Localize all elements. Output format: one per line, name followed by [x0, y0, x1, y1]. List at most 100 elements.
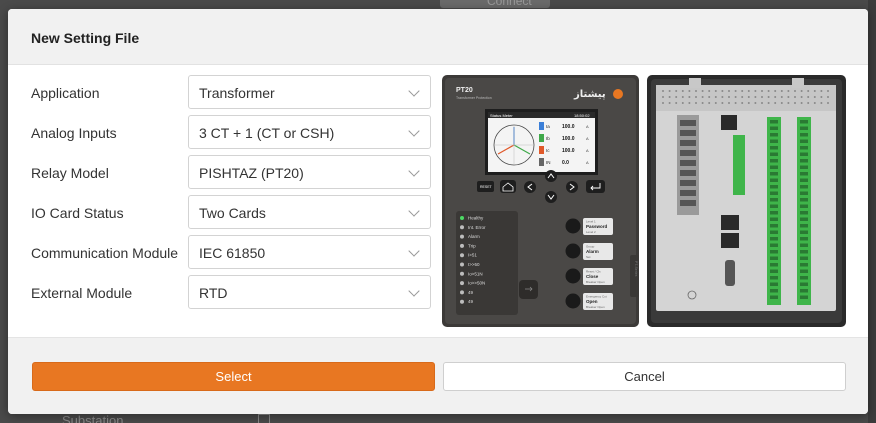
function-key-icon — [565, 268, 581, 284]
led-label: Healthy — [468, 216, 484, 221]
io-terminal-pin — [770, 185, 778, 189]
ct-terminal-screw — [680, 150, 696, 156]
led-label: Alarm — [468, 234, 480, 239]
vent-hole — [774, 102, 777, 104]
ethernet-port-icon — [721, 215, 739, 230]
vent-hole — [774, 96, 777, 98]
backdrop-substation-label: Substation — [62, 413, 124, 423]
io-card-status-value: Two Cards — [199, 205, 266, 221]
vent-hole — [662, 90, 664, 92]
relay-back-panel-image — [647, 75, 846, 327]
io-card-status-select[interactable]: Two Cards — [188, 195, 431, 229]
io-terminal-pin — [770, 139, 778, 143]
arrow-left-icon — [524, 181, 536, 193]
io-terminal-pin — [800, 256, 808, 260]
led-label: I>51 — [468, 253, 477, 258]
io-card-status-row: IO Card Status Two Cards — [8, 195, 438, 231]
vent-hole — [714, 96, 717, 98]
io-terminal-pin — [770, 165, 778, 169]
io-terminal-pin — [770, 269, 778, 273]
ct-terminal-screw — [680, 190, 696, 196]
meter-name: IN — [546, 160, 551, 165]
io-terminal-pin — [800, 133, 808, 137]
io-terminal-pin — [800, 159, 808, 163]
io-terminal-pin — [800, 191, 808, 195]
vent-hole — [827, 102, 829, 104]
vent-hole — [747, 90, 750, 92]
lcd-header: Status Meter — [490, 113, 513, 118]
relay-model-select[interactable]: PISHTAZ (PT20) — [188, 155, 431, 189]
select-button[interactable]: Select — [32, 362, 435, 391]
io-terminal-pin — [770, 152, 778, 156]
chevron-down-icon — [408, 245, 420, 257]
io-terminal-pin — [800, 289, 808, 293]
meter-value: 100.0 — [562, 124, 575, 130]
io-terminal-pin — [800, 295, 808, 299]
meter-unit: A — [586, 136, 589, 141]
function-key-main: Password — [586, 224, 608, 229]
vent-hole — [714, 102, 717, 104]
external-module-select[interactable]: RTD — [188, 275, 431, 309]
io-terminal-pin — [770, 289, 778, 293]
vent-hole — [668, 90, 671, 92]
chevron-down-icon — [408, 165, 420, 177]
external-module-label: External Module — [31, 285, 133, 301]
vent-hole — [714, 90, 717, 92]
vent-hole — [734, 102, 737, 104]
io-terminal-pin — [770, 204, 778, 208]
vent-hole — [767, 96, 770, 98]
vent-hole — [728, 102, 730, 104]
vent-hole — [701, 96, 704, 98]
vent-hole — [701, 90, 704, 92]
application-select[interactable]: Transformer — [188, 75, 431, 109]
led-label: I>>50 — [468, 262, 480, 267]
communication-module-row: Communication Module IEC 61850 — [8, 235, 438, 271]
vent-hole — [675, 102, 678, 104]
function-key-top: Emergency Cut — [586, 295, 607, 299]
io-terminal-pin — [770, 172, 778, 176]
vent-hole — [708, 102, 711, 104]
ct-terminal-screw — [680, 120, 696, 126]
io-terminal-pin — [800, 250, 808, 254]
ct-terminal-screw — [680, 200, 696, 206]
communication-module-select[interactable]: IEC 61850 — [188, 235, 431, 269]
io-terminal-pin — [770, 295, 778, 299]
vent-hole — [708, 90, 711, 92]
vent-hole — [728, 90, 730, 92]
chevron-down-icon — [408, 205, 420, 217]
mount-clip — [689, 78, 701, 88]
io-terminal-pin — [770, 282, 778, 286]
communication-module-value: IEC 61850 — [199, 245, 266, 261]
cancel-button[interactable]: Cancel — [443, 362, 846, 391]
external-module-value: RTD — [199, 285, 228, 301]
analog-inputs-select[interactable]: 3 CT + 1 (CT or CSH) — [188, 115, 431, 149]
meter-name: Ia — [546, 124, 550, 129]
io-terminal-pin — [770, 126, 778, 130]
vent-hole — [800, 96, 803, 98]
vent-hole — [794, 102, 796, 104]
vent-hole — [794, 96, 796, 98]
vent-hole — [747, 102, 750, 104]
io-terminal-pin — [770, 243, 778, 247]
ct-terminal-screw — [680, 140, 696, 146]
io-terminal-pin — [800, 198, 808, 202]
function-key-icon — [565, 293, 581, 309]
status-led-icon — [460, 281, 464, 286]
io-terminal-pin — [770, 256, 778, 260]
vent-hole — [754, 96, 757, 98]
function-key-bottom: Breaker Open — [586, 305, 605, 309]
external-link-icon — [258, 414, 270, 423]
vent-hole — [695, 96, 697, 98]
meter-color-chip — [539, 158, 544, 166]
io-terminal-pin — [800, 276, 808, 280]
io-card-status-label: IO Card Status — [31, 205, 124, 221]
vent-hole — [820, 96, 823, 98]
meter-color-chip — [539, 134, 544, 142]
io-terminal-pin — [800, 237, 808, 241]
vent-hole — [662, 96, 664, 98]
vent-hole — [820, 90, 823, 92]
status-led-icon — [460, 290, 464, 295]
reset-label: RESET — [480, 185, 493, 189]
function-key-top: Level 1 — [586, 220, 596, 224]
device-model-sub: Transformer Protection — [456, 96, 492, 100]
